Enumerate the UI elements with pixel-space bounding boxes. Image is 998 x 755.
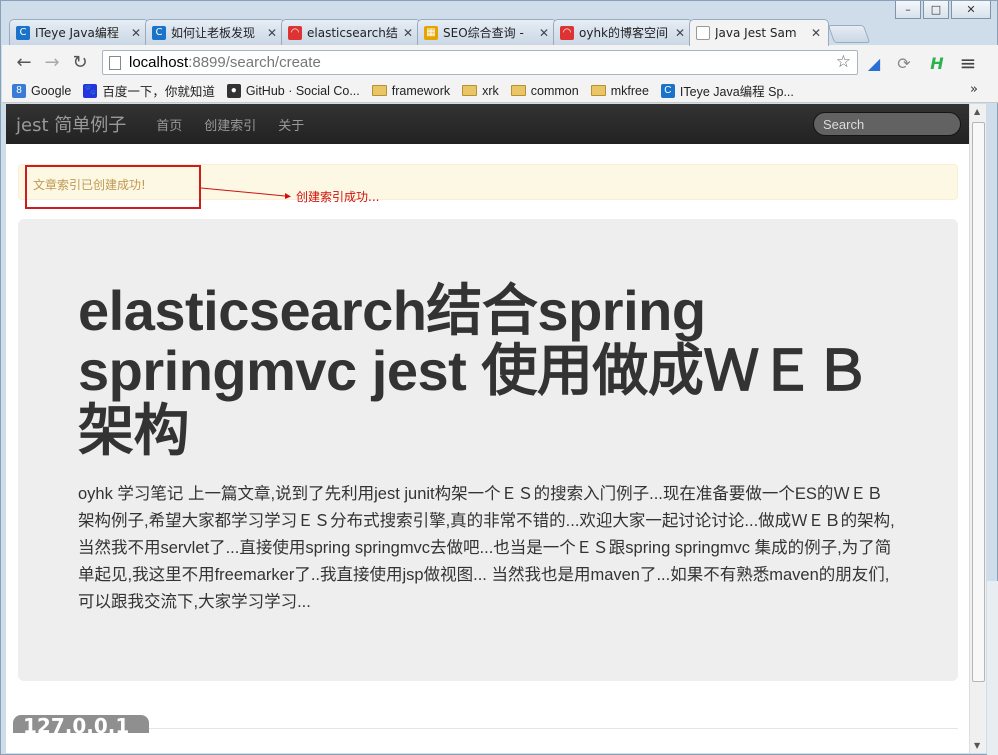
tab-strip: C ITeye Java编程 ✕ C 如何让老板发现 ✕ ◠ elasticsearch结 ✕ ▦… bbox=[9, 19, 877, 46]
reload-button[interactable]: ↻ bbox=[66, 48, 94, 76]
tab-title: elasticsearch结 bbox=[307, 26, 398, 40]
bookmark-label: mkfree bbox=[610, 83, 649, 98]
scroll-thumb[interactable] bbox=[972, 122, 985, 682]
tab-close-icon[interactable]: ✕ bbox=[266, 26, 278, 40]
browser-tab[interactable]: Java Jest Sam ✕ bbox=[689, 19, 829, 46]
bookmark-label: ITeye Java编程 Sp... bbox=[679, 85, 794, 99]
tab-favicon-icon: ◠ bbox=[560, 25, 574, 40]
bookmark-folder[interactable]: xrk bbox=[462, 84, 499, 98]
annotation-box bbox=[25, 165, 201, 209]
bookmark-label: xrk bbox=[482, 83, 499, 98]
tab-title: oyhk的博客空间 bbox=[579, 26, 668, 40]
nav-link-create-index[interactable]: 创建索引 bbox=[204, 115, 256, 134]
folder-icon bbox=[590, 85, 606, 96]
site-favicon-icon: C bbox=[660, 83, 675, 98]
browser-tab[interactable]: ▦ SEO综合查询 - ✕ bbox=[417, 19, 557, 45]
tab-close-icon[interactable]: ✕ bbox=[130, 26, 142, 40]
minimize-button[interactable]: – bbox=[895, 1, 921, 19]
scroll-up-icon[interactable]: ▲ bbox=[974, 107, 980, 116]
scroll-down-icon[interactable]: ▼ bbox=[974, 741, 980, 750]
bookmark-item[interactable]: C ITeye Java编程 Sp... bbox=[660, 81, 794, 100]
bookmarks-bar: 8 Google 🐾 百度一下，你就知道 ● GitHub · Social Co... f… bbox=[2, 79, 998, 103]
footer-divider bbox=[18, 728, 958, 729]
vertical-scrollbar[interactable]: ▲ ▼ bbox=[969, 104, 986, 753]
bookmark-folder[interactable]: mkfree bbox=[590, 83, 649, 98]
nav-link-home[interactable]: 首页 bbox=[156, 115, 182, 134]
site-navbar: jest 简单例子 首页 创建索引 关于 Search bbox=[6, 104, 969, 144]
bookmark-label: GitHub · Social Co... bbox=[245, 83, 360, 98]
sync-icon[interactable]: ⟳ bbox=[894, 53, 914, 73]
tab-title: 如何让老板发现 bbox=[171, 26, 256, 40]
bookmark-label: 百度一下，你就知道 bbox=[102, 85, 215, 99]
status-bubble: 127.0.0.1 bbox=[13, 715, 149, 733]
folder-icon bbox=[371, 85, 387, 96]
browser-tab[interactable]: C 如何让老板发现 ✕ bbox=[145, 19, 285, 45]
bookmark-label: common bbox=[530, 83, 579, 98]
tab-close-icon[interactable]: ✕ bbox=[810, 26, 822, 40]
bookmarks-overflow-icon[interactable]: » bbox=[970, 82, 978, 97]
article-title: elasticsearch结合spring springmvc jest 使用做… bbox=[78, 279, 870, 462]
url-host: localhost bbox=[129, 54, 189, 71]
menu-icon[interactable]: ≡ bbox=[958, 51, 978, 75]
tab-favicon-icon bbox=[696, 26, 710, 40]
bookmark-folder[interactable]: framework bbox=[371, 83, 451, 98]
bookmark-star-icon[interactable]: ☆ bbox=[836, 52, 851, 72]
page-viewport: jest 简单例子 首页 创建索引 关于 Search 文章索引已创建成功! 创… bbox=[6, 104, 969, 753]
site-favicon-icon: 8 bbox=[12, 83, 26, 98]
background-window-strip bbox=[987, 581, 998, 755]
tab-title: SEO综合查询 - bbox=[443, 26, 524, 40]
hero-unit: elasticsearch结合spring springmvc jest 使用做… bbox=[18, 219, 958, 681]
h-extension-icon[interactable]: H bbox=[927, 53, 947, 73]
window-controls: – □ ✕ bbox=[895, 1, 991, 19]
article-summary: oyhk 学习笔记 上一篇文章,说到了先利用jest junit构架一个ＥＳ的搜… bbox=[78, 485, 895, 611]
close-window-button[interactable]: ✕ bbox=[951, 1, 991, 19]
folder-icon bbox=[510, 85, 526, 96]
bookmark-label: framework bbox=[391, 83, 451, 98]
tab-favicon-icon: C bbox=[16, 25, 30, 40]
site-brand[interactable]: jest 简单例子 bbox=[16, 111, 126, 137]
page-icon bbox=[109, 55, 121, 70]
tab-favicon-icon: ◠ bbox=[288, 25, 302, 40]
url-path: :8899/search/create bbox=[188, 54, 321, 71]
site-favicon-icon: ● bbox=[226, 83, 241, 98]
tab-title: ITeye Java编程 bbox=[35, 26, 119, 40]
bookmark-item[interactable]: ● GitHub · Social Co... bbox=[226, 83, 360, 98]
browser-window: – □ ✕ C ITeye Java编程 ✕ C 如何让老板发现 ✕ ◠ elasticsea… bbox=[0, 0, 998, 755]
annotation-text: 创建索引成功... bbox=[296, 190, 380, 204]
bookmark-folder[interactable]: common bbox=[510, 83, 579, 98]
back-button[interactable]: ← bbox=[10, 48, 38, 76]
tab-favicon-icon: C bbox=[152, 25, 166, 40]
new-tab-button[interactable] bbox=[827, 25, 871, 43]
annotation-arrow bbox=[201, 187, 291, 199]
bookmark-label: Google bbox=[31, 83, 72, 98]
maximize-button[interactable]: □ bbox=[923, 1, 949, 19]
browser-tab[interactable]: C ITeye Java编程 ✕ bbox=[9, 19, 149, 45]
browser-tab[interactable]: ◠ oyhk的博客空间 ✕ bbox=[553, 19, 693, 45]
tab-close-icon[interactable]: ✕ bbox=[538, 26, 550, 40]
search-input[interactable]: Search bbox=[813, 112, 961, 136]
tab-close-icon[interactable]: ✕ bbox=[674, 26, 686, 40]
bookmark-item[interactable]: 8 Google bbox=[12, 83, 72, 98]
tab-favicon-icon: ▦ bbox=[424, 25, 438, 40]
folder-icon bbox=[462, 85, 478, 96]
tab-close-icon[interactable]: ✕ bbox=[402, 26, 414, 40]
browser-toolbar: ← → ↻ localhost:8899/search/create ☆ ◢ ⟳… bbox=[2, 45, 998, 79]
bookmark-item[interactable]: 🐾 百度一下，你就知道 bbox=[83, 81, 215, 100]
nav-link-about[interactable]: 关于 bbox=[278, 115, 304, 134]
tab-title: Java Jest Sam bbox=[715, 26, 797, 40]
browser-tab[interactable]: ◠ elasticsearch结 ✕ bbox=[281, 19, 421, 45]
forward-button[interactable]: → bbox=[38, 48, 66, 76]
site-favicon-icon: 🐾 bbox=[83, 83, 98, 98]
address-bar[interactable]: localhost:8899/search/create ☆ bbox=[102, 50, 858, 75]
ie-tab-icon[interactable]: ◢ bbox=[864, 53, 884, 73]
